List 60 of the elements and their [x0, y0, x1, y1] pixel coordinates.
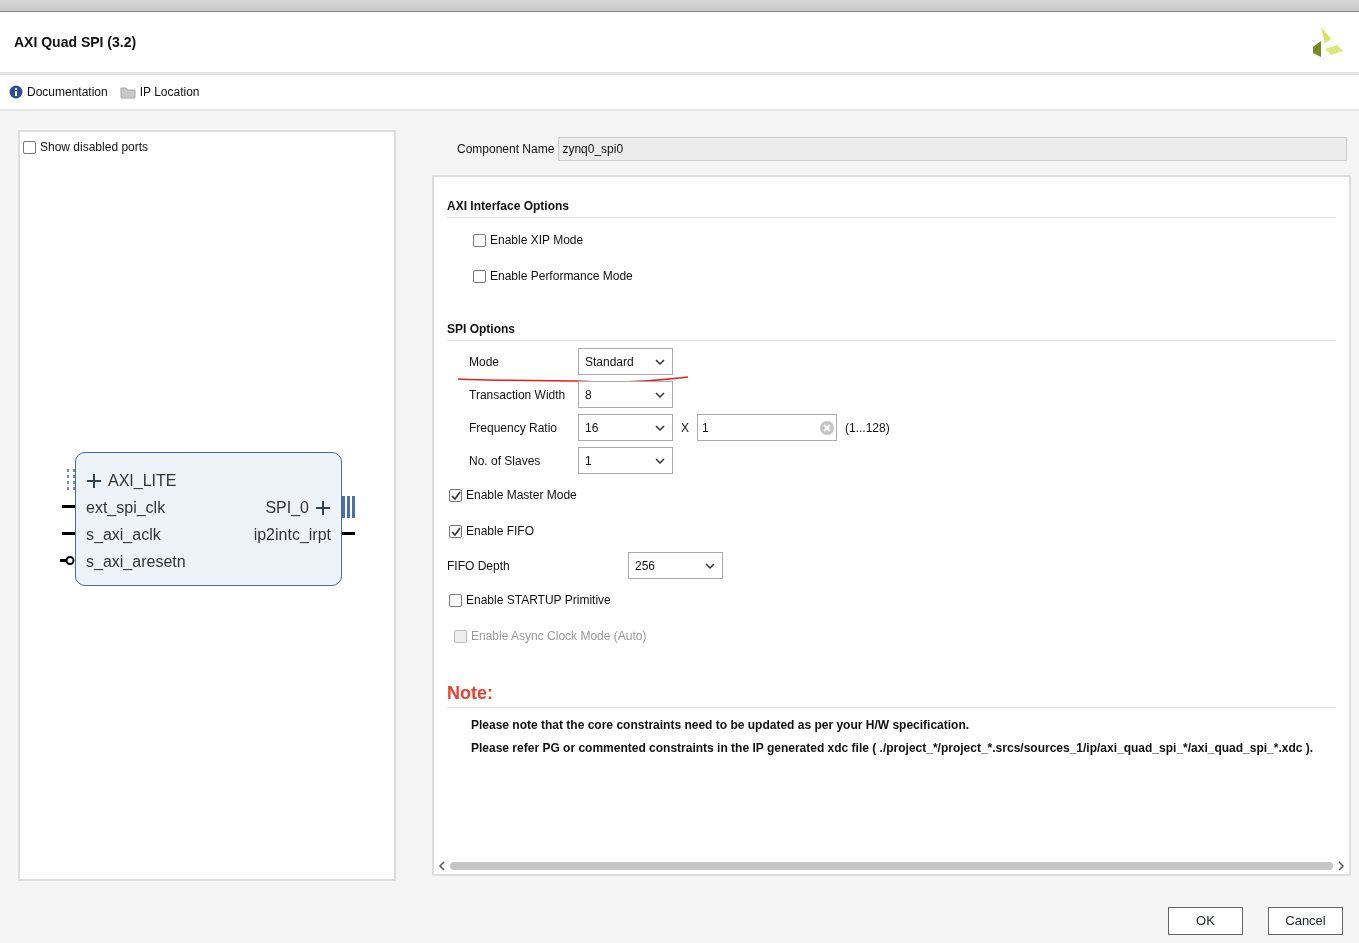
- chevron-down-icon: [704, 560, 716, 571]
- scroll-right-icon: [1337, 861, 1345, 871]
- note-heading: Note:: [447, 680, 1336, 708]
- field-label: Mode: [469, 353, 501, 371]
- field-label: FIFO Depth: [447, 557, 511, 575]
- checkbox[interactable]: [473, 233, 486, 247]
- cancel-button[interactable]: Cancel: [1268, 907, 1343, 935]
- dropdown[interactable]: 16: [578, 414, 673, 441]
- port-label: AXI_LITE: [108, 470, 177, 491]
- checkbox-label: Enable Async Clock Mode (Auto): [471, 628, 647, 645]
- range-hint: (1...128): [845, 419, 890, 437]
- note-text: Please note that the core constraints need to be updated as per your H/W specification.: [470, 717, 971, 734]
- ok-button[interactable]: OK: [1168, 907, 1243, 935]
- field-label: No. of Slaves: [469, 452, 542, 470]
- scroll-left-icon: [438, 861, 446, 871]
- dropdown[interactable]: 256: [628, 552, 723, 579]
- chevron-down-icon: [654, 455, 666, 466]
- number-field[interactable]: 1: [697, 414, 837, 441]
- note-text: Please refer PG or commented constraints in the IP generated xdc file ( ./project_*/project_*.srcs/sources_1/ip/axi_quad_spi_*/axi_quad_spi_*.xdc ).: [470, 740, 1315, 757]
- checkbox-label: Show disabled ports: [40, 139, 149, 156]
- port-label: ip2intc_irpt: [253, 524, 331, 545]
- field-label: Transaction Width: [469, 386, 567, 404]
- checkbox[interactable]: [449, 524, 462, 538]
- chevron-down-icon: [654, 356, 666, 367]
- checkbox-label: Enable STARTUP Primitive: [466, 592, 611, 609]
- multiplier-label: X: [680, 419, 690, 437]
- documentation-link[interactable]: Documentation: [27, 83, 108, 101]
- checkbox-label: Enable FIFO: [466, 523, 535, 540]
- ip-location-link[interactable]: IP Location: [139, 83, 200, 101]
- info-icon: [9, 85, 23, 99]
- checkbox[interactable]: [449, 593, 462, 607]
- section-heading: SPI Options: [447, 320, 1336, 341]
- chevron-down-icon: [654, 389, 666, 400]
- checkbox[interactable]: [473, 269, 486, 283]
- folder-icon: [119, 85, 136, 99]
- clear-icon: [820, 420, 834, 435]
- section-heading: AXI Interface Options: [447, 197, 1336, 218]
- bus-pin-icon: [342, 495, 355, 518]
- plus-icon: [86, 473, 102, 488]
- inverted-pin-icon: [60, 555, 75, 566]
- checkbox[interactable]: [23, 140, 36, 154]
- port-label: s_axi_aresetn: [86, 551, 186, 572]
- component-name-field[interactable]: zynq0_spi0: [558, 137, 1347, 161]
- dropdown[interactable]: 8: [578, 381, 673, 408]
- checkbox[interactable]: [449, 488, 462, 502]
- dropdown[interactable]: 1: [578, 447, 673, 474]
- plus-icon: [315, 500, 331, 515]
- field-label: Component Name: [457, 141, 555, 158]
- port-label: SPI_0: [265, 497, 309, 518]
- dialog-title: AXI Quad SPI (3.2): [14, 32, 137, 52]
- checkbox-label: Enable XIP Mode: [490, 232, 584, 249]
- checkbox-label: Enable Master Mode: [466, 487, 577, 504]
- bus-pin-icon: [67, 469, 75, 490]
- port-label: s_axi_aclk: [86, 524, 161, 545]
- checkbox-label: Enable Performance Mode: [490, 268, 633, 285]
- chevron-down-icon: [654, 422, 666, 433]
- field-label: Frequency Ratio: [469, 419, 559, 437]
- port-label: ext_spi_clk: [86, 497, 166, 518]
- dropdown[interactable]: Standard: [578, 348, 673, 375]
- logo-icon: [1311, 25, 1345, 59]
